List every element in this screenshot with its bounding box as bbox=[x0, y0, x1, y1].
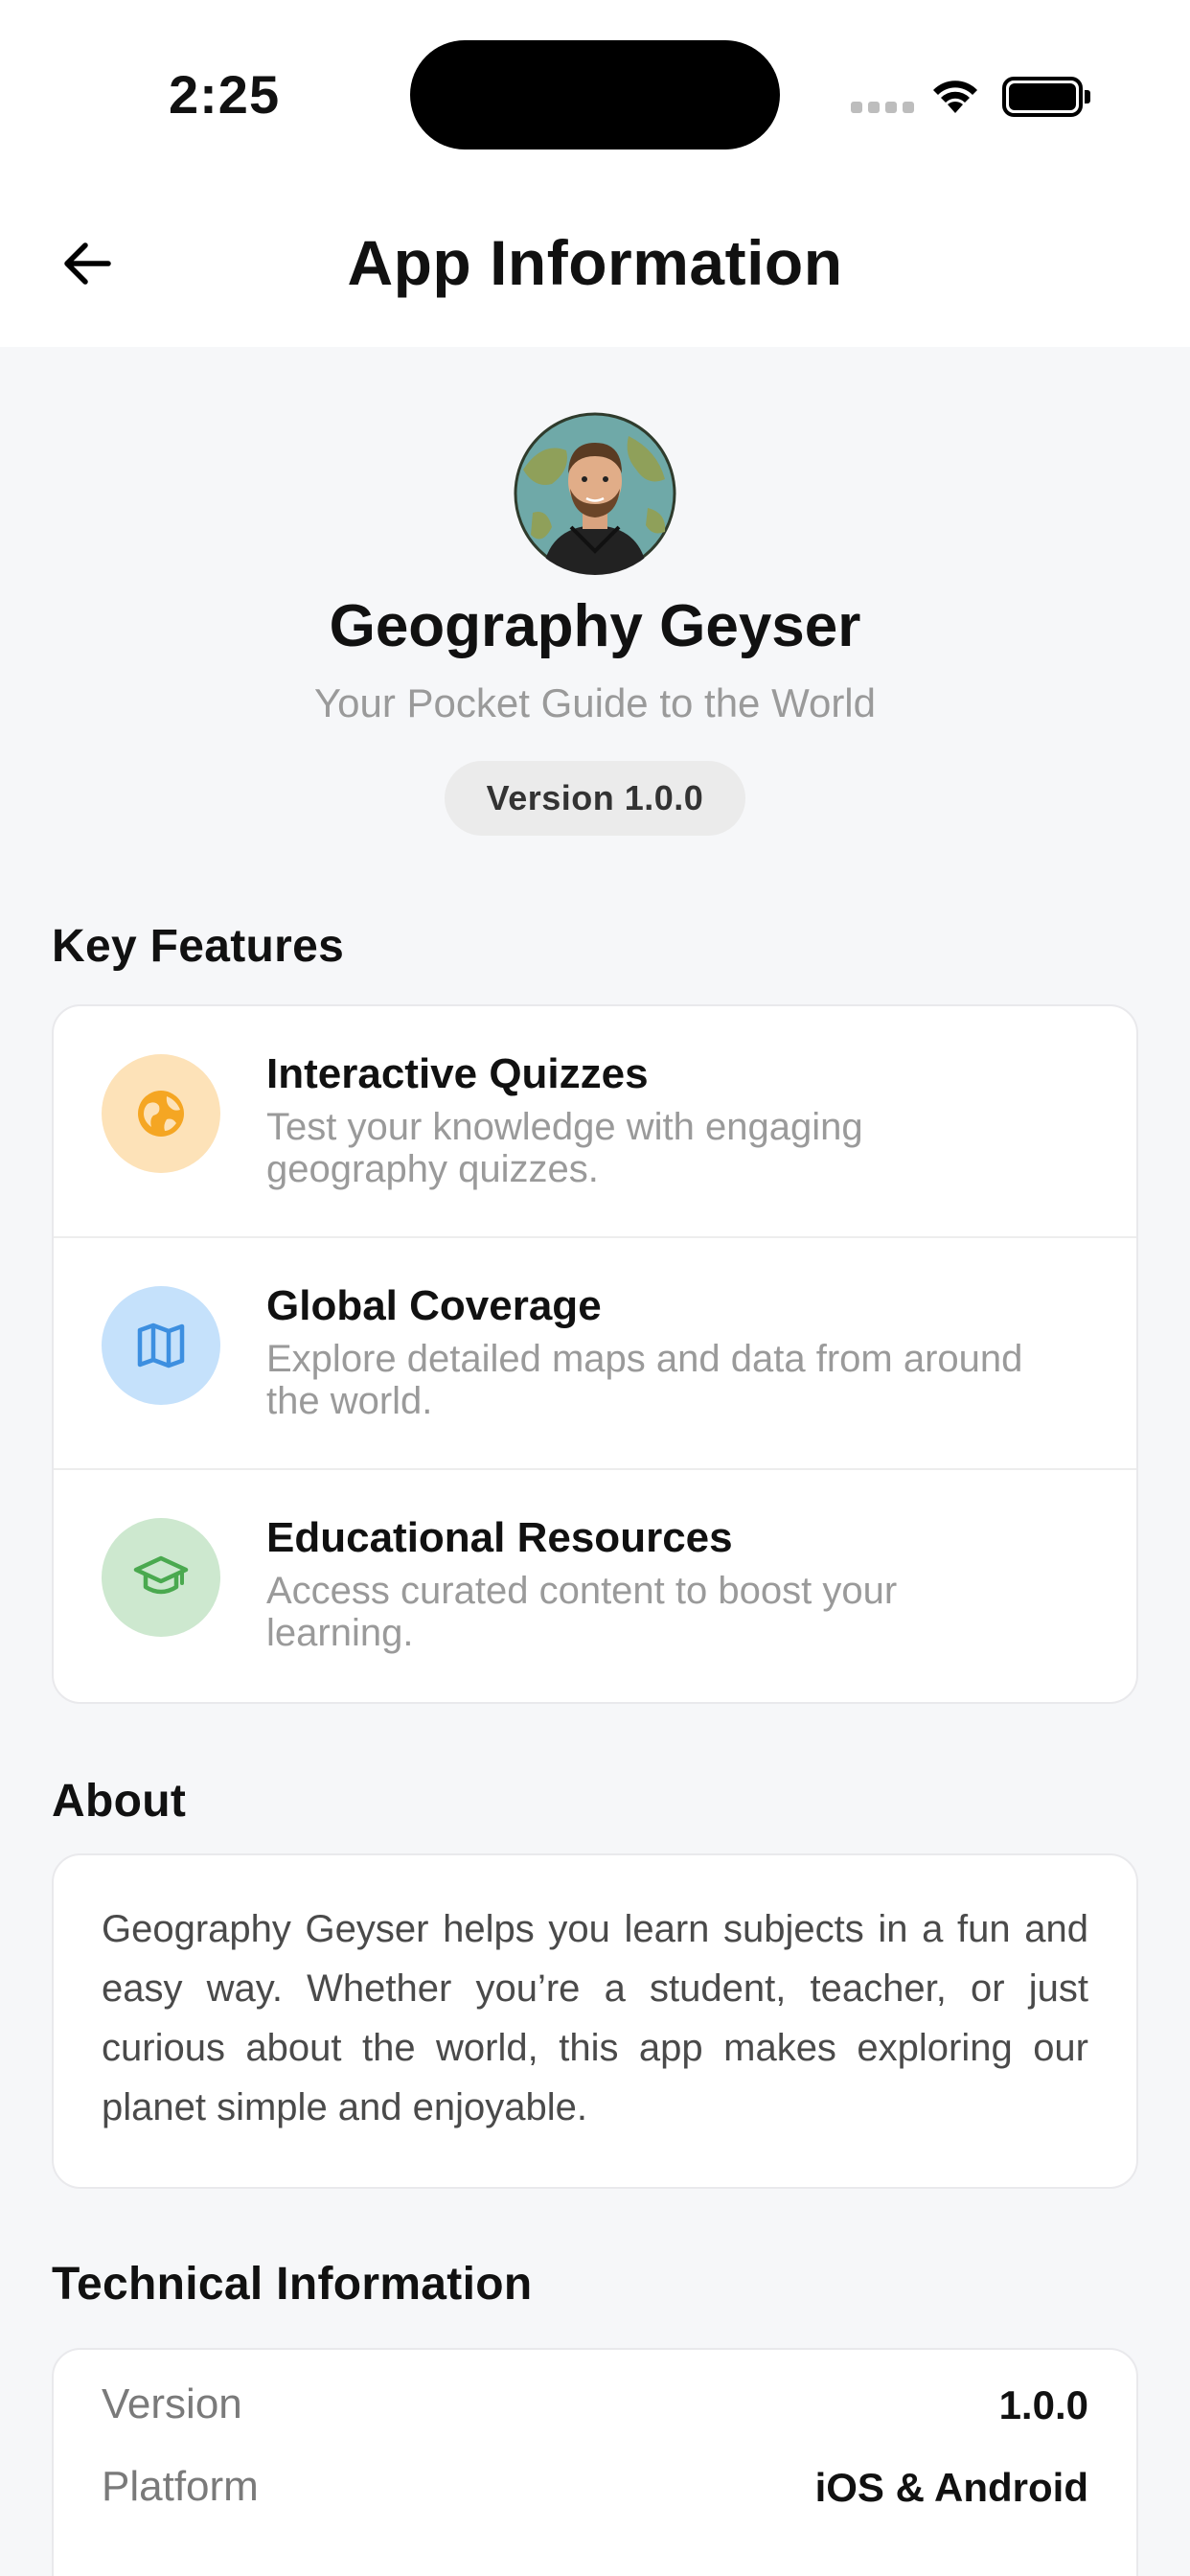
feature-item-interactive-quizzes[interactable]: Interactive Quizzes Test your knowledge … bbox=[54, 1006, 1136, 1238]
graduation-cap-icon bbox=[133, 1555, 189, 1595]
feature-title: Global Coverage bbox=[266, 1282, 602, 1329]
tech-row-platform: Platform iOS & Android bbox=[54, 2446, 1136, 2528]
about-description: Geography Geyser helps you learn subject… bbox=[102, 1908, 1088, 2128]
tech-value: iOS & Android bbox=[814, 2465, 1088, 2510]
dynamic-island bbox=[410, 40, 780, 150]
section-title-about: About bbox=[52, 1776, 187, 1827]
feature-icon-container bbox=[102, 1518, 220, 1637]
about-card: Geography Geyser helps you learn subject… bbox=[52, 1853, 1138, 2189]
feature-description: Test your knowledge with engaging geogra… bbox=[266, 1106, 863, 1190]
developer-avatar-icon bbox=[514, 412, 676, 575]
header-bar: App Information bbox=[0, 192, 1190, 347]
status-bar: 2:25 bbox=[0, 0, 1190, 192]
feature-description: Access curated content to boost your lea… bbox=[266, 1570, 898, 1654]
feature-item-educational-resources[interactable]: Educational Resources Access curated con… bbox=[54, 1470, 1136, 1702]
feature-item-global-coverage[interactable]: Global Coverage Explore detailed maps an… bbox=[54, 1238, 1136, 1470]
technical-info-card: Version 1.0.0 Platform iOS & Android bbox=[52, 2348, 1138, 2576]
app-avatar bbox=[514, 412, 676, 575]
feature-title: Educational Resources bbox=[266, 1514, 733, 1561]
globe-icon bbox=[138, 1091, 184, 1137]
feature-title: Interactive Quizzes bbox=[266, 1050, 649, 1097]
section-title-technical-information: Technical Information bbox=[52, 2259, 533, 2310]
tech-label: Platform bbox=[102, 2463, 259, 2510]
version-badge: Version 1.0.0 bbox=[445, 761, 745, 836]
tech-label: Version bbox=[102, 2380, 242, 2427]
feature-description: Explore detailed maps and data from arou… bbox=[266, 1338, 1023, 1422]
app-name: Geography Geyser bbox=[329, 593, 861, 659]
feature-icon-container bbox=[102, 1286, 220, 1405]
tech-row-version: Version 1.0.0 bbox=[54, 2363, 1136, 2446]
section-title-key-features: Key Features bbox=[52, 921, 345, 972]
app-information-screen: 2:25 App Information Geography Geyser Yo… bbox=[0, 0, 1190, 2576]
wifi-icon bbox=[933, 80, 977, 113]
app-tagline: Your Pocket Guide to the World bbox=[313, 680, 876, 725]
map-icon bbox=[137, 1322, 185, 1368]
status-time: 2:25 bbox=[169, 64, 281, 125]
battery-icon bbox=[1002, 77, 1090, 117]
feature-icon-container bbox=[102, 1054, 220, 1173]
key-features-card: Interactive Quizzes Test your knowledge … bbox=[52, 1004, 1138, 1704]
page-title: App Information bbox=[347, 227, 843, 298]
cellular-signal-icon bbox=[851, 102, 914, 113]
tech-value: 1.0.0 bbox=[998, 2382, 1088, 2427]
